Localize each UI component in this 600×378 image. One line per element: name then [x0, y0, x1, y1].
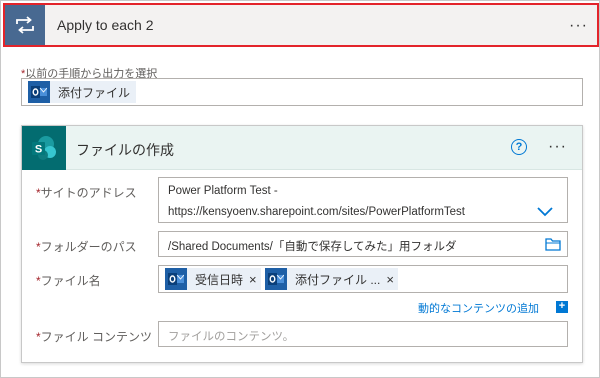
site-address-line2: https://kensyoenv.sharepoint.com/sites/P… — [168, 206, 466, 218]
token-label: 添付ファイル — [58, 85, 131, 100]
add-dynamic-content-link[interactable]: 動的なコンテンツの追加 — [418, 300, 539, 316]
outlook-icon — [265, 268, 287, 290]
file-name-input[interactable]: 受信日時 × 添付ファイル ... × — [158, 265, 568, 293]
action-title: ファイルの作成 — [76, 142, 174, 158]
help-icon[interactable]: ? — [511, 139, 527, 155]
outlook-icon — [28, 81, 50, 103]
close-icon[interactable]: × — [249, 272, 261, 287]
sharepoint-icon: S — [22, 126, 66, 170]
folder-icon[interactable] — [545, 237, 561, 256]
file-name-label: *ファイル名 — [36, 274, 101, 288]
prev-output-input[interactable]: 添付ファイル — [21, 78, 583, 106]
attachment-name-token[interactable]: 添付ファイル ... × — [265, 268, 398, 290]
more-icon[interactable]: ··· — [569, 18, 588, 34]
create-file-action: S ファイルの作成 ? ··· *サイトのアドレス Power Platform… — [21, 125, 583, 363]
chevron-down-icon[interactable] — [537, 204, 553, 222]
flow-canvas: Apply to each 2 ··· *以前の手順から出力を選択 添付ファイル — [0, 0, 600, 378]
token-label: 添付ファイル ... — [295, 272, 381, 287]
outlook-icon — [165, 268, 187, 290]
close-icon[interactable]: × — [386, 272, 398, 287]
loop-title: Apply to each 2 — [57, 17, 154, 33]
file-content-placeholder: ファイルのコンテンツ。 — [168, 331, 295, 343]
folder-path-input[interactable]: /Shared Documents/「自動で保存してみた」用フォルダ — [158, 231, 568, 257]
folder-path-value: /Shared Documents/「自動で保存してみた」用フォルダ — [168, 241, 457, 253]
more-icon[interactable]: ··· — [548, 139, 567, 155]
plus-icon[interactable]: + — [556, 301, 568, 313]
site-address-line1: Power Platform Test - — [168, 185, 278, 197]
received-time-token[interactable]: 受信日時 × — [165, 268, 261, 290]
token-label: 受信日時 — [195, 272, 244, 287]
action-header[interactable]: S ファイルの作成 ? ··· — [22, 126, 582, 170]
apply-to-each-header[interactable]: Apply to each 2 ··· — [3, 3, 599, 47]
file-content-label: *ファイル コンテンツ — [36, 330, 153, 344]
loop-icon — [5, 5, 45, 45]
folder-path-label: *フォルダーのパス — [36, 240, 137, 254]
site-address-dropdown[interactable]: Power Platform Test - https://kensyoenv.… — [158, 177, 568, 223]
attachment-token[interactable]: 添付ファイル — [28, 81, 137, 103]
svg-text:S: S — [35, 144, 42, 156]
file-content-input[interactable]: ファイルのコンテンツ。 — [158, 321, 568, 347]
site-address-label: *サイトのアドレス — [36, 186, 137, 200]
